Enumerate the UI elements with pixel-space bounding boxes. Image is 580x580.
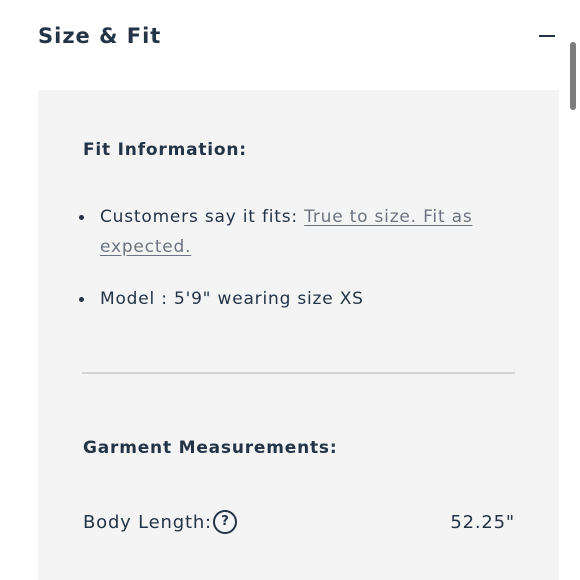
- model-size-text: Model : 5'9" wearing size XS: [100, 289, 364, 309]
- bullet-dot-icon: [79, 297, 84, 302]
- size-fit-panel: Fit Information: Customers say it fits: …: [38, 90, 559, 580]
- size-fit-accordion-header[interactable]: Size & Fit: [0, 0, 580, 72]
- accordion-title: Size & Fit: [38, 24, 162, 48]
- fit-customer-feedback: Customers say it fits: True to size. Fit…: [73, 202, 513, 262]
- body-length-value: 52.25": [450, 512, 515, 533]
- garment-measurements-heading: Garment Measurements:: [83, 438, 338, 458]
- fit-information-list: Customers say it fits: True to size. Fit…: [73, 202, 513, 314]
- body-length-label: Body Length:: [83, 512, 212, 533]
- model-size-info: Model : 5'9" wearing size XS: [73, 284, 513, 314]
- bullet-dot-icon: [79, 215, 84, 220]
- fit-feedback-prefix: Customers say it fits:: [100, 207, 305, 227]
- body-length-row: Body Length: ? 52.25": [83, 508, 515, 538]
- question-mark-icon[interactable]: ?: [213, 510, 237, 534]
- scrollbar[interactable]: [570, 0, 576, 580]
- minus-icon[interactable]: [539, 35, 555, 37]
- fit-information-heading: Fit Information:: [83, 140, 247, 160]
- scrollbar-thumb[interactable]: [570, 42, 576, 110]
- section-divider: [82, 372, 515, 374]
